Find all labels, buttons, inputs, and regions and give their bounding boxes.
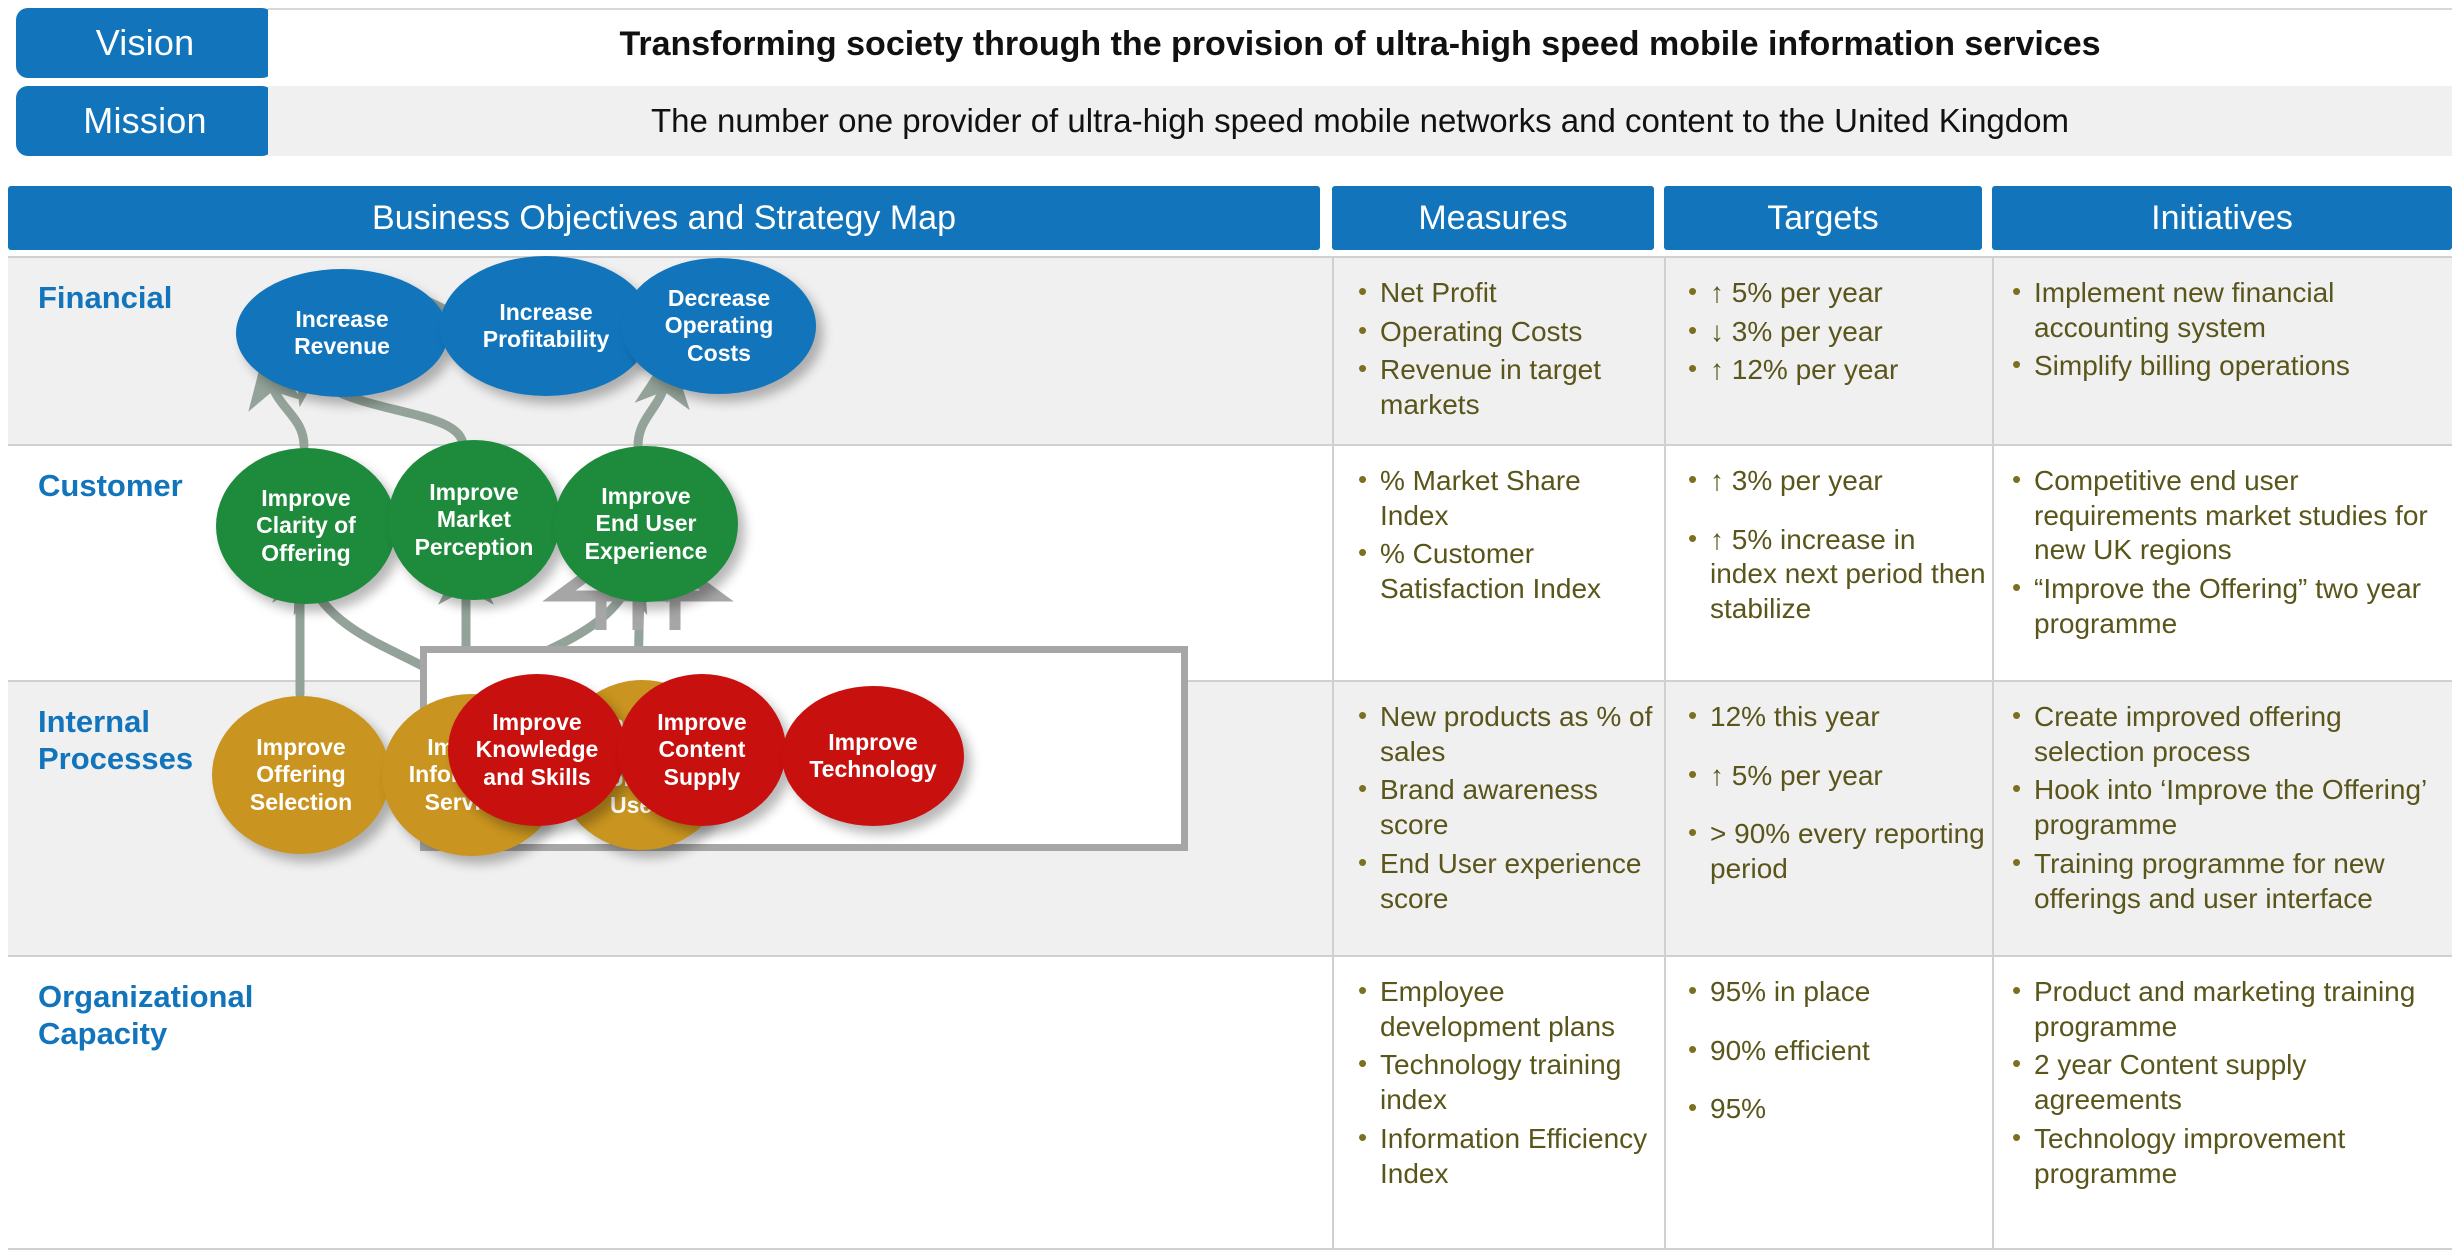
node-increase-profitability[interactable]: Increase Profitability (440, 256, 652, 396)
column-divider (1332, 446, 1334, 680)
column-divider (1992, 682, 1994, 955)
mission-statement: The number one provider of ultra-high sp… (268, 86, 2452, 156)
column-divider (1664, 682, 1666, 955)
targets-cell-customer: ↑ 3% per year ↑ 5% increase in index next… (1686, 463, 1986, 651)
list-item: 90% efficient (1686, 1033, 1986, 1069)
column-divider (1332, 258, 1334, 444)
column-header-measures: Measures (1332, 186, 1654, 250)
column-divider (1664, 258, 1666, 444)
vision-row: Vision Transforming society through the … (0, 8, 2452, 78)
vision-tag: Vision (16, 8, 274, 78)
measures-cell-internal: New products as % of salesBrand awarenes… (1356, 699, 1656, 920)
node-improve-market-perception[interactable]: Improve Market Perception (388, 440, 560, 600)
list-item: ↓ 3% per year (1686, 314, 1986, 350)
mission-tag: Mission (16, 86, 274, 156)
node-improve-clarity-of-offering[interactable]: Improve Clarity of Offering (216, 448, 396, 604)
list-item: ↑ 12% per year (1686, 352, 1986, 388)
initiatives-cell-financial: Implement new financial accounting syste… (2010, 275, 2450, 388)
list-item: Implement new financial accounting syste… (2010, 275, 2450, 345)
list-item: Simplify billing operations (2010, 348, 2450, 384)
list-item: 95% in place (1686, 974, 1986, 1010)
node-increase-revenue[interactable]: Increase Revenue (236, 269, 448, 397)
vision-statement: Transforming society through the provisi… (268, 8, 2452, 78)
mission-row: Mission The number one provider of ultra… (0, 86, 2452, 156)
measures-cell-customer: % Market Share Index% Customer Satisfact… (1356, 463, 1656, 611)
column-header-initiatives: Initiatives (1992, 186, 2452, 250)
list-item: Competitive end user requirements market… (2010, 463, 2450, 568)
measures-cell-financial: Net ProfitOperating CostsRevenue in targ… (1356, 275, 1656, 427)
list-item: Brand awareness score (1356, 772, 1656, 842)
list-item: 2 year Content supply agreements (2010, 1047, 2450, 1117)
list-item: ↑ 5% per year (1686, 758, 1986, 794)
node-improve-end-user-experience[interactable]: Improve End User Experience (554, 446, 738, 602)
strategy-map-page: Vision Transforming society through the … (0, 0, 2460, 1258)
list-item: “Improve the Offering” two year programm… (2010, 571, 2450, 641)
list-item: Training programme for new offerings and… (2010, 846, 2450, 916)
list-item: ↑ 3% per year (1686, 463, 1986, 499)
list-item: 12% this year (1686, 699, 1986, 735)
column-divider (1664, 446, 1666, 680)
targets-cell-internal: 12% this year ↑ 5% per year > 90% every re… (1686, 699, 1986, 911)
list-item: Net Profit (1356, 275, 1656, 311)
column-header-strategy-map: Business Objectives and Strategy Map (8, 186, 1320, 250)
list-item: Information Efficiency Index (1356, 1121, 1656, 1191)
list-item: End User experience score (1356, 846, 1656, 916)
list-item: ↑ 5% per year (1686, 275, 1986, 311)
targets-cell-organizational: 95% in place 90% efficient 95% (1686, 974, 1986, 1151)
node-improve-knowledge-and-skills[interactable]: Improve Knowledge and Skills (448, 674, 626, 826)
node-improve-content-supply[interactable]: Improve Content Supply (618, 674, 786, 826)
list-item: % Market Share Index (1356, 463, 1656, 533)
list-item: % Customer Satisfaction Index (1356, 536, 1656, 606)
column-divider (1332, 957, 1334, 1248)
column-divider (1992, 258, 1994, 444)
initiatives-cell-internal: Create improved offering selection proce… (2010, 699, 2450, 920)
targets-cell-financial: ↑ 5% per year↓ 3% per year↑ 12% per year (1686, 275, 1986, 392)
list-item: 95% (1686, 1091, 1986, 1127)
list-item: Technology training index (1356, 1047, 1656, 1117)
list-item: Revenue in target markets (1356, 352, 1656, 422)
column-divider (1992, 446, 1994, 680)
list-item: Technology improvement programme (2010, 1121, 2450, 1191)
list-item: ↑ 5% increase in index next period then … (1686, 522, 1986, 627)
list-item: > 90% every reporting period (1686, 816, 1986, 886)
column-divider (1332, 682, 1334, 955)
measures-cell-organizational: Employee development plansTechnology tra… (1356, 974, 1656, 1195)
list-item: Operating Costs (1356, 314, 1656, 350)
node-improve-technology[interactable]: Improve Technology (782, 686, 964, 826)
initiatives-cell-organizational: Product and marketing training programme… (2010, 974, 2450, 1195)
strategy-map-canvas: Increase Revenue Increase Profitability … (8, 256, 1324, 1251)
column-header-targets: Targets (1664, 186, 1982, 250)
column-divider (1664, 957, 1666, 1248)
node-improve-offering-selection[interactable]: Improve Offering Selection (212, 696, 390, 854)
list-item: Employee development plans (1356, 974, 1656, 1044)
list-item: Hook into ‘Improve the Offering’ program… (2010, 772, 2450, 842)
initiatives-cell-customer: Competitive end user requirements market… (2010, 463, 2450, 646)
list-item: New products as % of sales (1356, 699, 1656, 769)
list-item: Product and marketing training programme (2010, 974, 2450, 1044)
node-decrease-operating-costs[interactable]: Decrease Operating Costs (622, 258, 816, 394)
list-item: Create improved offering selection proce… (2010, 699, 2450, 769)
column-divider (1992, 957, 1994, 1248)
